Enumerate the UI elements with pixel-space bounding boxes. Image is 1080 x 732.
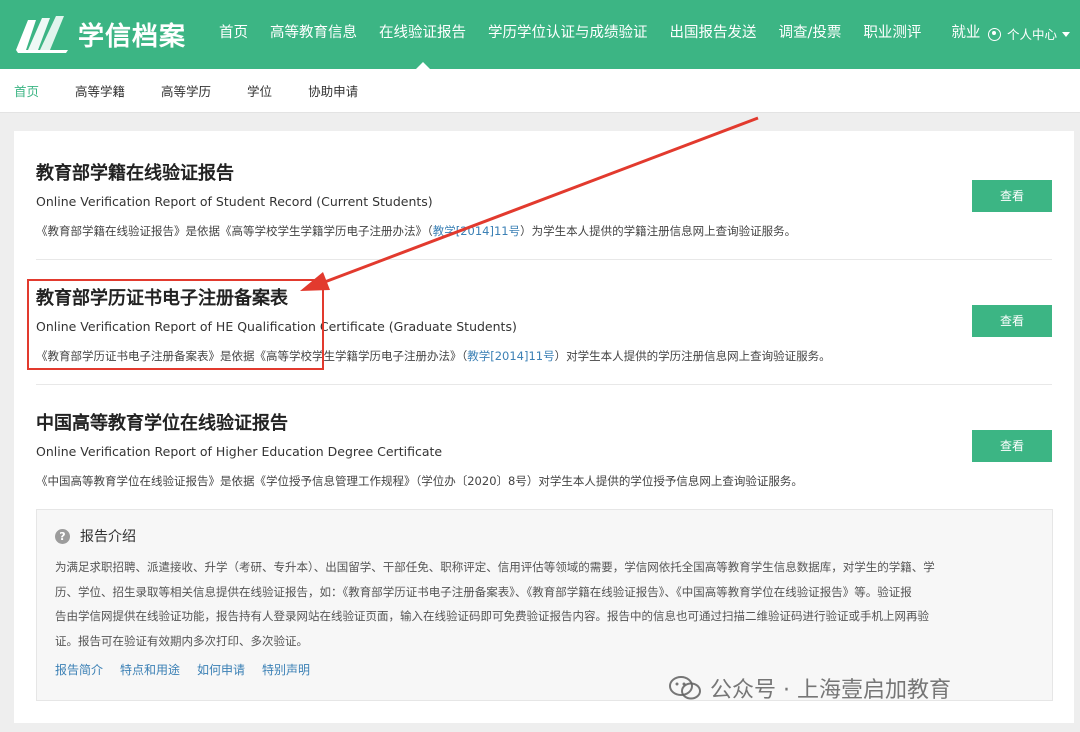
subnav-assist-apply[interactable]: 协助申请 [308,81,358,100]
report-description: 《教育部学籍在线验证报告》是依据《高等学校学生学籍学历电子注册办法》（教学[20… [36,223,1052,239]
nav-survey[interactable]: 调查/投票 [768,0,853,69]
nav-overseas-report[interactable]: 出国报告发送 [659,0,768,69]
intro-line: 为满足求职招聘、派遣接收、升学（考研、专升本）、出国留学、干部任免、职称评定、信… [55,560,935,574]
watermark-text: 公众号 · 上海壹启加教育 [710,678,951,703]
watermark: 公众号 · 上海壹启加教育 [668,672,951,704]
intro-line: 告由学信网提供在线验证功能，报告持有人登录网站在线验证页面，输入在线验证码即可免… [55,609,929,623]
top-nav-bar: 学信档案 首页 高等教育信息 在线验证报告 学历学位认证与成绩验证 出国报告发送… [0,0,1080,69]
report-degree-certificate: 中国高等教育学位在线验证报告 Online Verification Repor… [36,409,1052,489]
nav-home[interactable]: 首页 [208,0,259,69]
view-button[interactable]: 查看 [972,305,1052,337]
regulation-link[interactable]: 教学[2014]11号 [433,224,520,238]
intro-line: 历、学位、招生录取等相关信息提供在线验证报告，如：《教育部学历证书电子注册备案表… [55,584,912,599]
logo-icon [16,16,68,53]
nav-career-test[interactable]: 职业测评 [852,0,932,69]
link-report-summary[interactable]: 报告简介 [55,661,103,678]
report-student-record: 教育部学籍在线验证报告 Online Verification Report o… [36,159,1052,239]
subnav-home[interactable]: 首页 [14,81,39,100]
site-logo[interactable]: 学信档案 [14,14,186,54]
link-how-to-apply[interactable]: 如何申请 [197,661,245,678]
report-title: 中国高等教育学位在线验证报告 [36,413,288,434]
nav-employment[interactable]: 就业 [940,0,991,69]
desc-text: ）为学生本人提供的学籍注册信息网上查询验证服务。 [520,224,797,238]
desc-text: 《中国高等教育学位在线验证报告》是依据《学位授予信息管理工作规程》（学位办〔20… [36,474,803,488]
report-title: 教育部学籍在线验证报告 [36,163,234,184]
intro-line: 证。报告可在验证有效期内多次打印、多次验证。 [55,633,308,648]
link-disclaimer[interactable]: 特别声明 [262,661,310,678]
subnav-qualification[interactable]: 高等学历 [161,81,211,100]
view-button[interactable]: 查看 [972,180,1052,212]
desc-text: ）对学生本人提供的学历注册信息网上查询验证服务。 [554,349,831,363]
intro-links: 报告简介 特点和用途 如何申请 特别声明 [55,661,327,678]
report-subtitle: Online Verification Report of Higher Edu… [36,444,443,459]
user-center-menu[interactable]: 个人中心 [988,0,1071,69]
intro-header: ? 报告介绍 [55,526,136,546]
wechat-icon [669,676,701,700]
main-nav: 首页 高等教育信息 在线验证报告 学历学位认证与成绩验证 出国报告发送 调查/投… [208,0,991,69]
desc-text: 《教育部学籍在线验证报告》是依据《高等学校学生学籍学历电子注册办法》（ [36,224,433,238]
divider [36,259,1052,260]
nav-certification[interactable]: 学历学位认证与成绩验证 [477,0,659,69]
link-features[interactable]: 特点和用途 [120,661,180,678]
divider [36,384,1052,385]
logo-text: 学信档案 [78,21,187,52]
sub-nav: 首页 高等学籍 高等学历 学位 协助申请 [0,69,1080,113]
intro-title: 报告介绍 [80,529,136,545]
annotation-highlight-box [27,279,324,370]
question-icon: ? [55,528,70,544]
user-icon [988,28,1001,41]
report-description: 《中国高等教育学位在线验证报告》是依据《学位授予信息管理工作规程》（学位办〔20… [36,473,1052,489]
subnav-degree[interactable]: 学位 [247,81,272,100]
chevron-down-icon [1062,32,1071,37]
intro-text: 为满足求职招聘、派遣接收、升学（考研、专升本）、出国留学、干部任免、职称评定、信… [55,555,1037,653]
regulation-link[interactable]: 教学[2014]11号 [467,349,554,363]
subnav-student-record[interactable]: 高等学籍 [75,81,125,100]
report-subtitle: Online Verification Report of Student Re… [36,194,433,209]
report-list-card: 教育部学籍在线验证报告 Online Verification Report o… [14,131,1074,723]
nav-higher-education-info[interactable]: 高等教育信息 [259,0,368,69]
view-button[interactable]: 查看 [972,430,1052,462]
nav-online-verification[interactable]: 在线验证报告 [368,0,477,69]
user-center-label: 个人中心 [1007,27,1058,42]
